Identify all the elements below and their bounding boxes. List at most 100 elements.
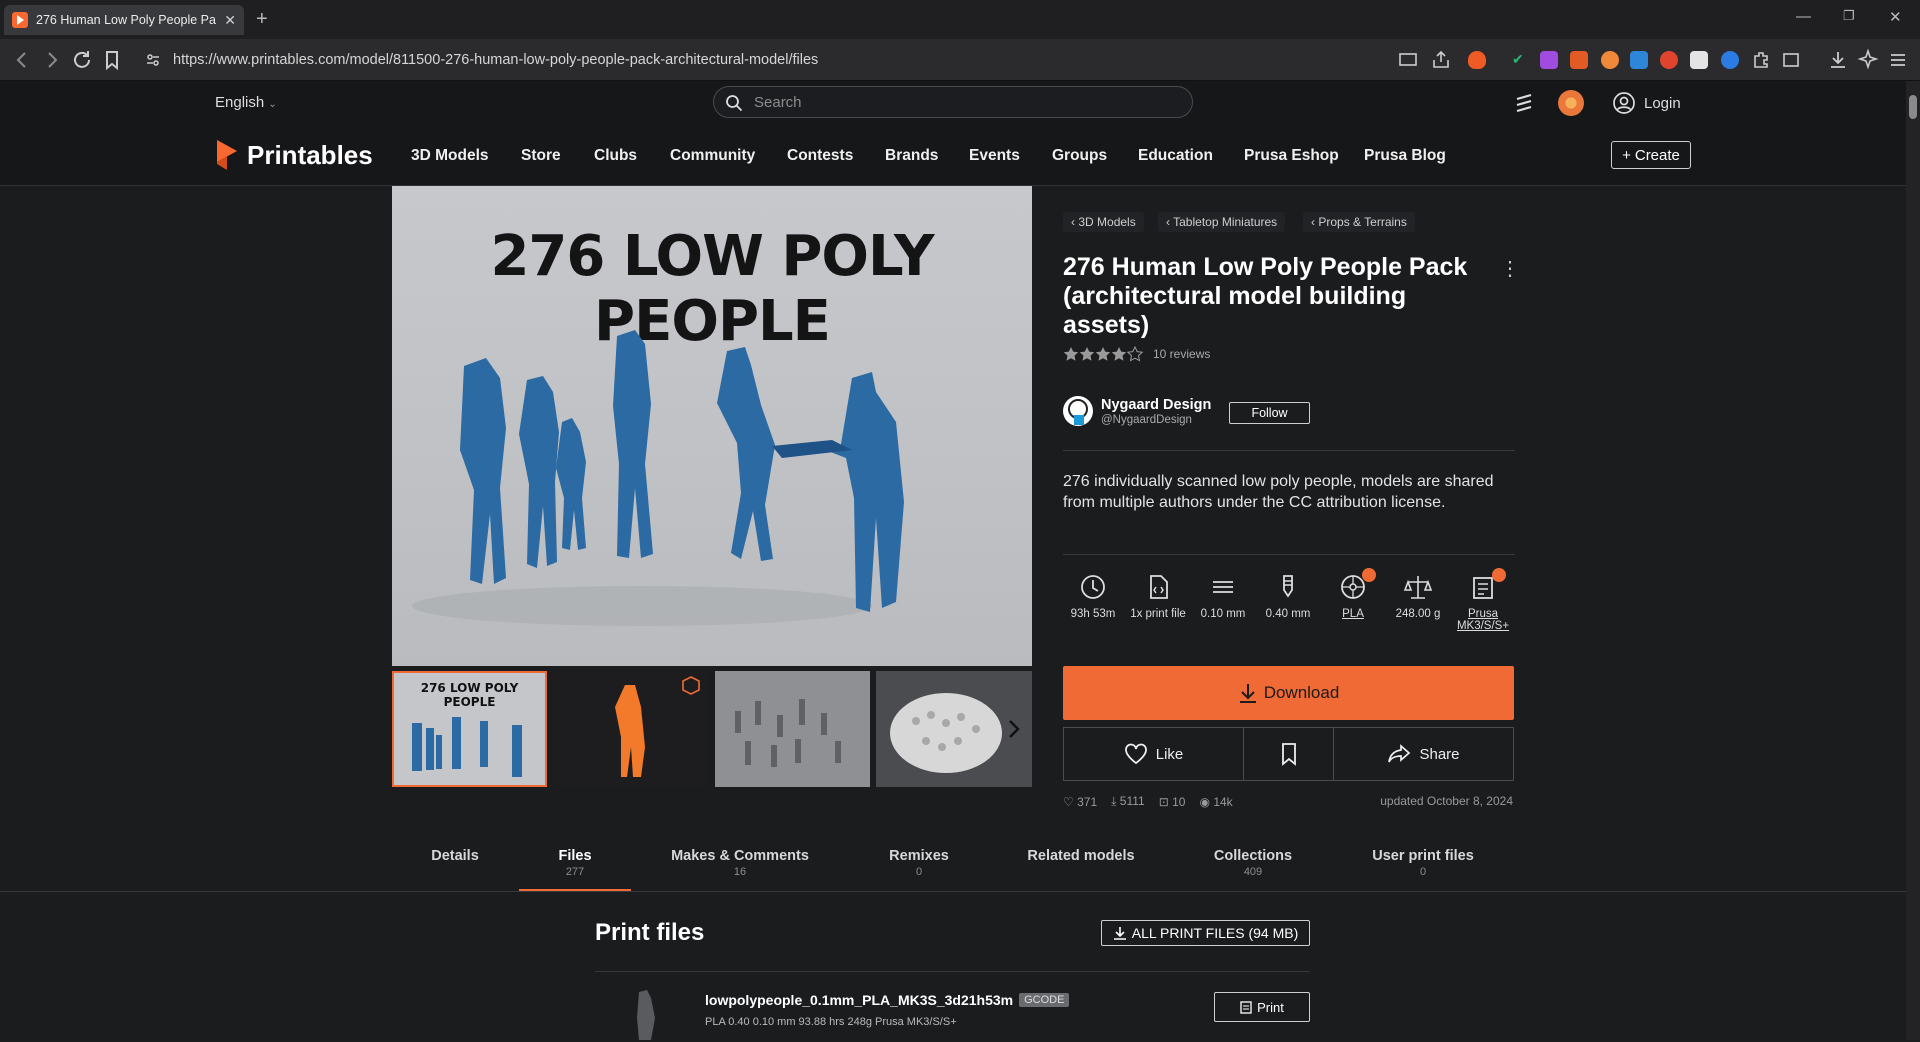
thumbnail-printed-photo[interactable] (715, 671, 870, 787)
tab-user-print-files[interactable]: User print files 0 (1360, 848, 1486, 878)
thumbnail-cover[interactable]: 276 LOW POLY PEOPLE (392, 671, 547, 787)
extension-red-icon[interactable] (1660, 51, 1678, 69)
printer-badge (1492, 568, 1506, 582)
breadcrumb-props-terrains[interactable]: ‹ Props & Terrains (1303, 212, 1415, 232)
user-badge-icon[interactable] (1558, 90, 1584, 116)
heart-icon (1124, 743, 1147, 765)
file-icon (1150, 575, 1168, 599)
tab-related-models[interactable]: Related models (1016, 848, 1146, 866)
search-input[interactable]: Search (713, 86, 1193, 118)
print-file-row[interactable]: lowpolypeople_0.1mm_PLA_MK3S_3d21h53m GC… (595, 971, 1310, 1041)
avatar-icon (1068, 399, 1088, 425)
breadcrumb-label: 3D Models (1078, 215, 1136, 229)
downloads-stat: ⤓ 5111 (1111, 794, 1145, 809)
printables-logo[interactable]: Printables (215, 138, 373, 172)
reload-icon[interactable] (70, 48, 94, 72)
thumbnail-next-button[interactable] (996, 671, 1032, 787)
like-label: Like (1155, 745, 1184, 763)
bookmark-button[interactable] (1243, 727, 1334, 781)
tab-label: Details (431, 848, 479, 864)
nav-events[interactable]: Events (969, 147, 1020, 165)
create-button[interactable]: + Create (1611, 141, 1691, 169)
more-options-icon[interactable]: ⋮ (1500, 256, 1520, 281)
browser-tab[interactable]: 276 Human Low Poly People Pac ✕ (4, 5, 244, 35)
nav-store[interactable]: Store (521, 147, 561, 165)
all-print-files-button[interactable]: ALL PRINT FILES (94 MB) (1101, 920, 1310, 946)
chevron-right-icon (1009, 720, 1020, 738)
model-hero-image[interactable]: 276 LOW POLY PEOPLE (392, 186, 1032, 666)
restore-icon[interactable]: ❐ (1843, 8, 1855, 24)
downloads-icon[interactable] (1826, 48, 1850, 72)
nav-community[interactable]: Community (670, 147, 755, 165)
scrollbar-thumb[interactable] (1909, 95, 1917, 119)
page-scrollbar[interactable] (1906, 81, 1920, 1040)
nav-education[interactable]: Education (1138, 147, 1213, 165)
close-window-icon[interactable]: ✕ (1889, 8, 1902, 26)
tab-makes-comments[interactable]: Makes & Comments 16 (660, 848, 820, 878)
extension-blue-icon[interactable] (1630, 51, 1648, 69)
create-label: Create (1634, 146, 1680, 164)
bookmark-icon[interactable] (100, 48, 124, 72)
cast-icon[interactable] (1396, 48, 1420, 72)
nav-3d-models[interactable]: 3D Models (411, 147, 489, 165)
extension-check-icon[interactable]: ✔ (1512, 51, 1530, 69)
share-button[interactable]: Share (1333, 727, 1514, 781)
rating-stars[interactable]: 10 reviews (1063, 346, 1210, 362)
divider (1063, 554, 1515, 555)
author-avatar[interactable] (1063, 396, 1093, 426)
extension-purple-icon[interactable] (1540, 51, 1558, 69)
breadcrumb-label: Props & Terrains (1318, 215, 1407, 229)
spec-filament[interactable]: PLA (1320, 568, 1386, 620)
back-icon[interactable] (10, 48, 34, 72)
breadcrumb-3d-models[interactable]: ‹ 3D Models (1063, 212, 1144, 232)
nav-groups[interactable]: Groups (1052, 147, 1107, 165)
thumbnail-3d-preview[interactable] (553, 671, 708, 787)
tab-count: 16 (733, 866, 747, 878)
minimize-icon[interactable]: — (1796, 8, 1811, 25)
forward-icon[interactable] (40, 48, 64, 72)
breadcrumb-tabletop-miniatures[interactable]: ‹ Tabletop Miniatures (1158, 212, 1286, 232)
author-name[interactable]: Nygaard Design (1101, 397, 1211, 413)
search-placeholder: Search (754, 93, 802, 111)
close-tab-icon[interactable]: ✕ (224, 12, 236, 29)
extension-flower-icon[interactable] (1601, 51, 1619, 69)
tab-details[interactable]: Details (414, 848, 496, 866)
nav-clubs[interactable]: Clubs (594, 147, 637, 165)
spec-label: 0.10 mm (1200, 608, 1246, 620)
url-text: https://www.printables.com/model/811500-… (173, 52, 819, 68)
tab-label: User print files (1372, 848, 1474, 864)
wallet-icon[interactable] (1779, 48, 1803, 72)
spec-label: 0.40 mm (1265, 608, 1311, 620)
language-selector[interactable]: English ⌄ (215, 94, 277, 111)
download-button[interactable]: Download (1063, 666, 1514, 720)
follow-button[interactable]: Follow (1229, 402, 1310, 424)
tab-files[interactable]: Files 277 (519, 848, 631, 878)
nav-prusa-blog[interactable]: Prusa Blog (1364, 147, 1446, 165)
menu-icon[interactable] (1886, 48, 1910, 72)
user-icon (1613, 92, 1635, 114)
brave-shield-icon[interactable] (1468, 51, 1486, 69)
spec-label: 1x print file (1130, 608, 1186, 620)
prusa-connect-icon[interactable] (1513, 91, 1535, 115)
tab-collections[interactable]: Collections 409 (1198, 848, 1308, 878)
site-settings-icon[interactable] (145, 52, 161, 68)
new-tab-icon[interactable]: + (256, 8, 268, 31)
print-button[interactable]: Print (1214, 992, 1310, 1022)
extension-orange-icon[interactable] (1570, 51, 1588, 69)
tab-remixes[interactable]: Remixes 0 (870, 848, 968, 878)
share-page-icon[interactable] (1429, 48, 1453, 72)
author-block[interactable]: Nygaard Design @NygaardDesign (1063, 396, 1211, 426)
like-button[interactable]: Like (1063, 727, 1244, 781)
print-file-name[interactable]: lowpolypeople_0.1mm_PLA_MK3S_3d21h53m GC… (705, 992, 1070, 1008)
leo-ai-icon[interactable] (1856, 48, 1880, 72)
nav-prusa-eshop[interactable]: Prusa Eshop (1244, 147, 1339, 165)
spec-printer[interactable]: Prusa MK3/S/S+ (1450, 568, 1516, 632)
extension-glasses-icon[interactable] (1690, 51, 1708, 69)
login-button[interactable]: Login (1612, 91, 1681, 115)
extensions-icon[interactable] (1749, 48, 1773, 72)
nav-brands[interactable]: Brands (885, 147, 938, 165)
extension-circle-icon[interactable] (1721, 51, 1739, 69)
tab-count: 0 (1419, 866, 1427, 878)
nav-contests[interactable]: Contests (787, 147, 853, 165)
url-bar[interactable]: https://www.printables.com/model/811500-… (135, 45, 1385, 75)
